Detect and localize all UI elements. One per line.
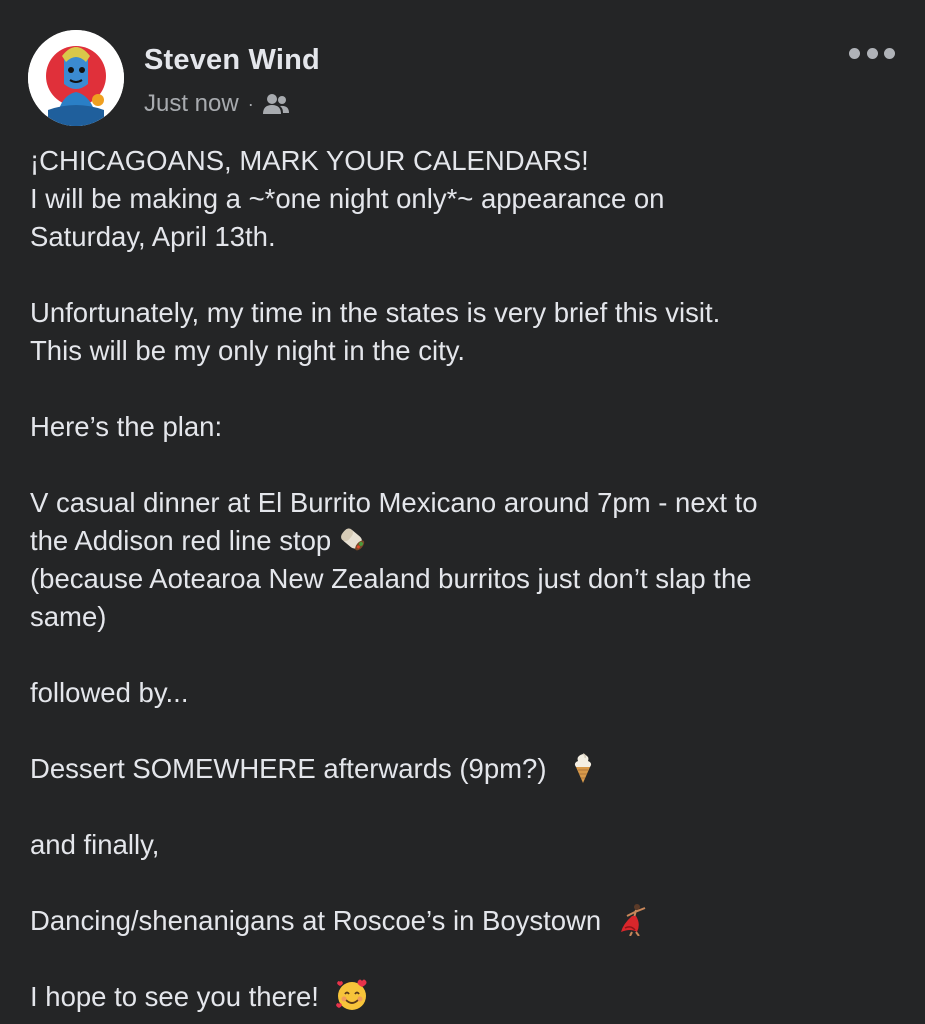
post-line-with-emoji: the Addison red line stop — [30, 522, 900, 560]
smiling-face-with-hearts-icon — [335, 978, 369, 1012]
post-line: Unfortunately, my time in the states is … — [30, 297, 721, 328]
dancer-icon — [617, 902, 651, 937]
post-line: same) — [30, 601, 107, 632]
post-line-with-emoji: Dancing/shenanigans at Roscoe’s in Boyst… — [30, 902, 900, 940]
post-line-with-emoji: I hope to see you there! — [30, 978, 900, 1016]
post-line: followed by... — [30, 677, 189, 708]
avatar[interactable] — [28, 30, 124, 126]
post-line: Saturday, April 13th. — [30, 221, 276, 252]
facebook-post: Steven Wind Just now · ¡CHICAGOANS, MARK… — [0, 0, 925, 1024]
post-line: I hope to see you there! — [30, 981, 319, 1012]
post-line: ¡CHICAGOANS, MARK YOUR CALENDARS! — [30, 145, 589, 176]
avatar-illustration — [28, 30, 124, 126]
more-options-icon[interactable] — [849, 40, 895, 66]
post-line: I will be making a ~*one night only*~ ap… — [30, 183, 665, 214]
post-line-with-emoji: Dessert SOMEWHERE afterwards (9pm?) — [30, 750, 900, 788]
post-line: This will be my only night in the city. — [30, 335, 466, 366]
meta-separator: · — [247, 93, 254, 114]
more-dot — [866, 47, 878, 59]
post-line: (because Aotearoa New Zealand burritos j… — [30, 563, 752, 594]
friends-icon[interactable] — [262, 92, 290, 116]
burrito-icon — [335, 522, 369, 556]
post-meta: Just now · — [144, 90, 290, 118]
post-line: Here’s the plan: — [30, 411, 223, 442]
post-line: and finally, — [30, 829, 160, 860]
post-timestamp[interactable]: Just now — [144, 90, 239, 118]
post-line: Dancing/shenanigans at Roscoe’s in Boyst… — [30, 905, 602, 936]
post-line: the Addison red line stop — [30, 525, 332, 556]
more-dot — [884, 47, 895, 59]
more-dot — [849, 47, 860, 59]
soft-ice-cream-icon — [566, 750, 600, 784]
author-name[interactable]: Steven Wind — [144, 44, 320, 77]
post-body: ¡CHICAGOANS, MARK YOUR CALENDARS! I will… — [30, 142, 900, 1016]
post-line: V casual dinner at El Burrito Mexicano a… — [30, 487, 758, 518]
post-line: Dessert SOMEWHERE afterwards (9pm?) — [30, 753, 547, 784]
